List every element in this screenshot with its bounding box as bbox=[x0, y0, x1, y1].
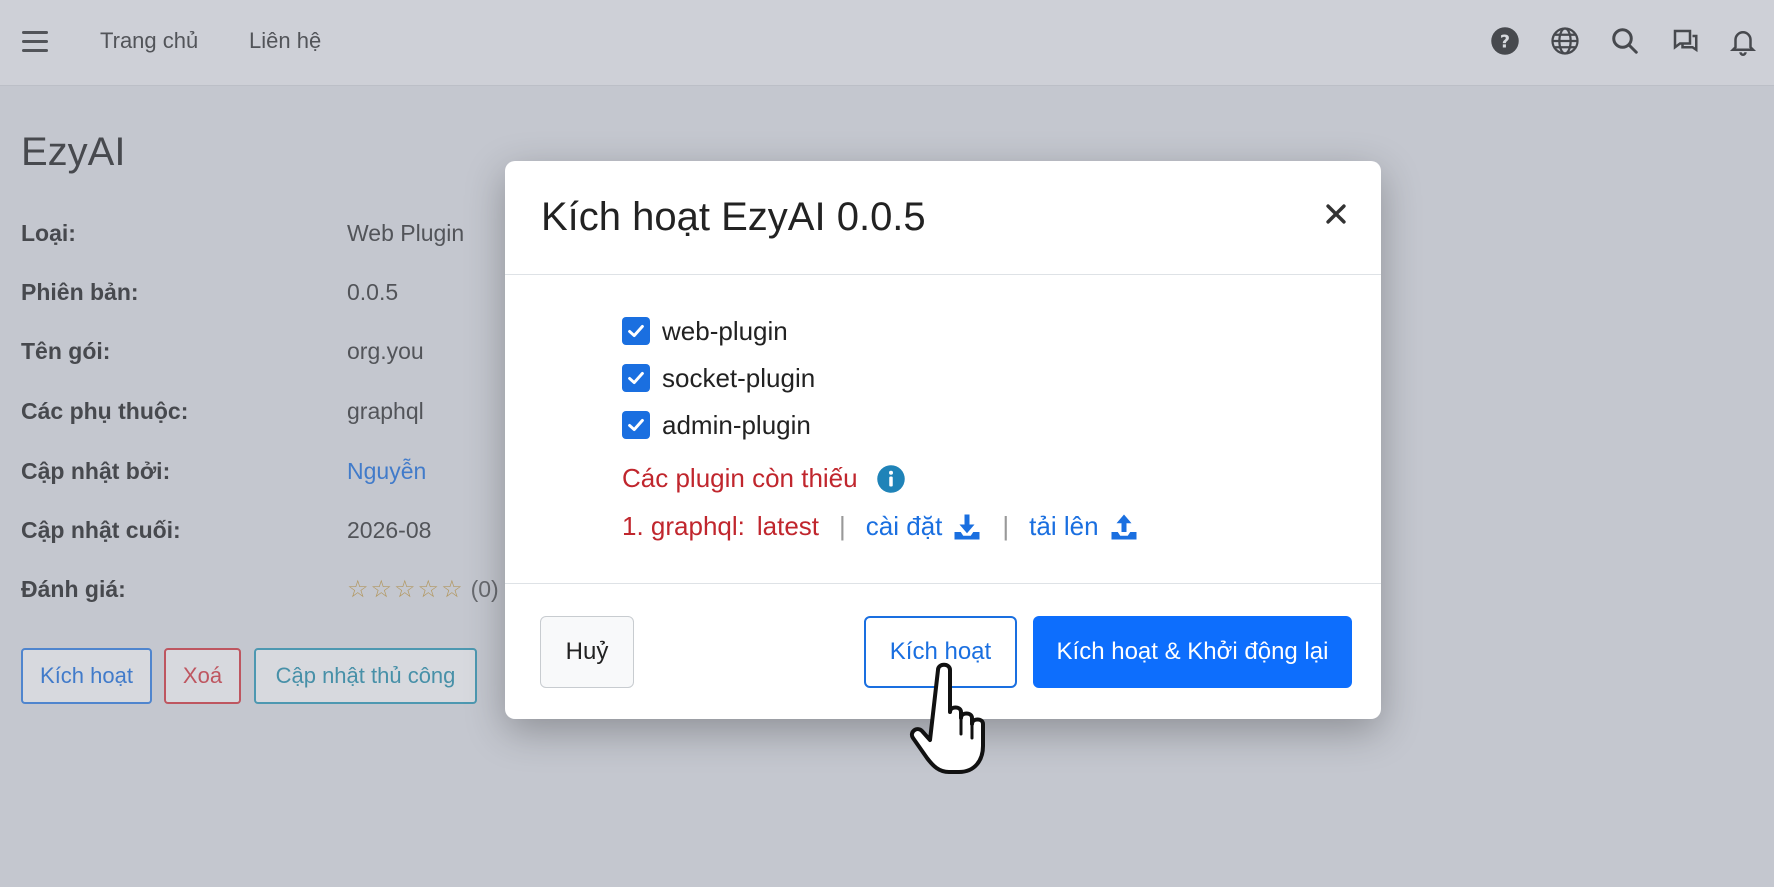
hand-pointer-icon bbox=[908, 662, 1008, 778]
plugin-checkbox-admin[interactable]: admin-plugin bbox=[622, 408, 811, 442]
info-icon[interactable] bbox=[876, 464, 906, 494]
missing-plugin-row: 1. graphql: latest | cài đặt | tải lên bbox=[622, 511, 1139, 542]
activate-restart-button[interactable]: Kích hoạt & Khởi động lại bbox=[1033, 616, 1352, 688]
plugin-checkbox-socket[interactable]: socket-plugin bbox=[622, 361, 815, 395]
plugin-name: admin-plugin bbox=[662, 409, 811, 440]
separator: | bbox=[839, 511, 846, 541]
plugin-checkbox-web[interactable]: web-plugin bbox=[622, 314, 788, 348]
checkbox-checked[interactable] bbox=[622, 411, 650, 439]
checkbox-checked[interactable] bbox=[622, 364, 650, 392]
upload-label: tải lên bbox=[1029, 511, 1099, 541]
download-icon bbox=[954, 514, 980, 539]
modal-header: Kích hoạt EzyAI 0.0.5 bbox=[505, 161, 1381, 275]
missing-plugin-version: latest bbox=[756, 511, 820, 541]
install-label: cài đặt bbox=[865, 511, 943, 541]
upload-link[interactable]: tải lên bbox=[1029, 511, 1138, 542]
separator: | bbox=[1002, 511, 1010, 541]
checkbox-checked[interactable] bbox=[622, 317, 650, 345]
missing-plugin-name: 1. graphql: bbox=[622, 511, 745, 541]
missing-plugins-heading: Các plugin còn thiếu bbox=[622, 463, 906, 494]
missing-plugins-label: Các plugin còn thiếu bbox=[622, 463, 858, 493]
activate-modal: Kích hoạt EzyAI 0.0.5 web-plugin socket-… bbox=[505, 161, 1381, 719]
modal-title: Kích hoạt EzyAI 0.0.5 bbox=[541, 195, 926, 239]
install-link[interactable]: cài đặt bbox=[866, 511, 983, 542]
plugin-name: web-plugin bbox=[662, 315, 788, 346]
close-icon[interactable] bbox=[1317, 195, 1355, 233]
cancel-button[interactable]: Huỷ bbox=[540, 616, 634, 688]
plugin-name: socket-plugin bbox=[662, 362, 816, 393]
upload-icon bbox=[1111, 514, 1137, 539]
